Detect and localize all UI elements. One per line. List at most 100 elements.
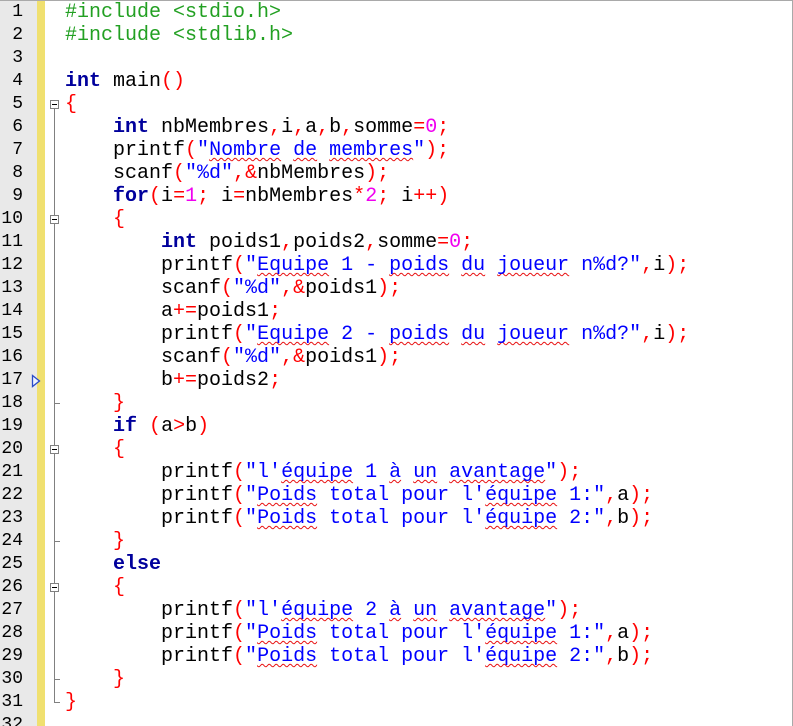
- code-line-text[interactable]: scanf("%d",&poids1);: [63, 277, 792, 300]
- line-number[interactable]: 28: [0, 622, 37, 645]
- code-line-text[interactable]: {: [63, 576, 792, 599]
- code-editor[interactable]: 1 #include <stdio.h> 2 #include <stdlib.h> 3…: [0, 0, 793, 726]
- operator: (: [221, 346, 234, 369]
- code-line-text[interactable]: int poids1,poids2,somme=0;: [63, 231, 792, 254]
- code-line-text[interactable]: #include <stdlib.h>: [63, 24, 792, 47]
- string-literal: total pour l': [317, 507, 486, 530]
- code-line-text[interactable]: [63, 714, 792, 726]
- line-number[interactable]: 19: [0, 415, 37, 438]
- operator: );: [557, 461, 582, 484]
- line-number[interactable]: 32: [0, 714, 37, 726]
- code-line-text[interactable]: scanf("%d",&poids1);: [63, 346, 792, 369]
- identifier: printf: [65, 645, 234, 668]
- code-line-text[interactable]: }: [63, 530, 792, 553]
- line-number[interactable]: 1: [0, 1, 37, 24]
- line-number[interactable]: 6: [0, 116, 37, 139]
- misspelled-word: de: [293, 139, 318, 162]
- code-line-text[interactable]: #include <stdio.h>: [63, 1, 792, 24]
- fold-collapse-icon[interactable]: [50, 215, 59, 224]
- code-line-text[interactable]: for(i=1; i=nbMembres*2; i++): [63, 185, 792, 208]
- identifier: printf: [65, 507, 234, 530]
- line-number[interactable]: 24: [0, 530, 37, 553]
- code-line-text[interactable]: printf("Equipe 1 - poids du joueur n%d?"…: [63, 254, 792, 277]
- code-line-text[interactable]: printf("Nombre de membres");: [63, 139, 792, 162]
- operator: ,: [293, 116, 306, 139]
- code-line-text[interactable]: }: [63, 691, 792, 714]
- identifier: [137, 415, 149, 438]
- code-line-text[interactable]: }: [63, 668, 792, 691]
- code-line-text[interactable]: printf("l'équipe 2 à un avantage");: [63, 599, 792, 622]
- code-line-text[interactable]: printf("Poids total pour l'équipe 2:",b)…: [63, 507, 792, 530]
- code-line-text[interactable]: printf("Poids total pour l'équipe 1:",a)…: [63, 622, 792, 645]
- code-line-text[interactable]: printf("Poids total pour l'équipe 2:",b)…: [63, 645, 792, 668]
- code-line-text[interactable]: else: [63, 553, 792, 576]
- code-line-text[interactable]: int nbMembres,i,a,b,somme=0;: [63, 116, 792, 139]
- line-number[interactable]: 14: [0, 300, 37, 323]
- line-number[interactable]: 31: [0, 691, 37, 714]
- fold-line: [54, 484, 55, 507]
- code-line-text[interactable]: if (a>b): [63, 415, 792, 438]
- misspelled-word: à: [389, 599, 402, 622]
- code-line-text[interactable]: int main(): [63, 70, 792, 93]
- operator: (): [161, 70, 186, 93]
- identifier: i: [653, 254, 666, 277]
- line-number[interactable]: 22: [0, 484, 37, 507]
- fold-line: [54, 162, 55, 185]
- code-line-text[interactable]: [63, 47, 792, 70]
- line-number[interactable]: 8: [0, 162, 37, 185]
- line-number[interactable]: 4: [0, 70, 37, 93]
- string-literal: [401, 461, 413, 484]
- line-number[interactable]: 11: [0, 231, 37, 254]
- line-number[interactable]: 23: [0, 507, 37, 530]
- identifier: b: [65, 369, 174, 392]
- line-number[interactable]: 27: [0, 599, 37, 622]
- line-number[interactable]: 16: [0, 346, 37, 369]
- operator: );: [377, 277, 402, 300]
- line-number[interactable]: 9: [0, 185, 37, 208]
- fold-margin-cell: [45, 668, 63, 691]
- change-bar: [37, 484, 45, 507]
- code-line-text[interactable]: a+=poids1;: [63, 300, 792, 323]
- string-literal: [485, 323, 497, 346]
- line-number[interactable]: 21: [0, 461, 37, 484]
- operator: ,: [605, 645, 618, 668]
- editor-row: 2 #include <stdlib.h>: [0, 24, 792, 47]
- line-number[interactable]: 30: [0, 668, 37, 691]
- code-line-text[interactable]: }: [63, 392, 792, 415]
- code-line-text[interactable]: printf("l'équipe 1 à un avantage");: [63, 461, 792, 484]
- string-literal: [437, 599, 449, 622]
- fold-collapse-icon[interactable]: [50, 100, 59, 109]
- code-line-text[interactable]: printf("Poids total pour l'équipe 1:",a)…: [63, 484, 792, 507]
- line-number[interactable]: 20: [0, 438, 37, 461]
- fold-collapse-icon[interactable]: [50, 583, 59, 592]
- line-number[interactable]: 26: [0, 576, 37, 599]
- line-number[interactable]: 25: [0, 553, 37, 576]
- code-line-text[interactable]: printf("Equipe 2 - poids du joueur n%d?"…: [63, 323, 792, 346]
- string-literal: [449, 323, 461, 346]
- line-number[interactable]: 13: [0, 277, 37, 300]
- change-bar: [37, 392, 45, 415]
- operator: +=: [173, 300, 198, 323]
- line-number[interactable]: 12: [0, 254, 37, 277]
- code-line-text[interactable]: b+=poids2;: [63, 369, 792, 392]
- line-number[interactable]: 29: [0, 645, 37, 668]
- change-bar: [37, 139, 45, 162]
- line-number[interactable]: 15: [0, 323, 37, 346]
- string-literal: ": [197, 139, 210, 162]
- line-number[interactable]: 3: [0, 47, 37, 70]
- line-number[interactable]: 5: [0, 93, 37, 116]
- line-number[interactable]: 7: [0, 139, 37, 162]
- code-line-text[interactable]: scanf("%d",&nbMembres);: [63, 162, 792, 185]
- operator: (: [233, 484, 246, 507]
- line-number[interactable]: 10: [0, 208, 37, 231]
- fold-margin-cell: [45, 553, 63, 576]
- fold-collapse-icon[interactable]: [50, 445, 59, 454]
- line-number[interactable]: 2: [0, 24, 37, 47]
- operator: ,: [605, 507, 618, 530]
- identifier: b: [617, 507, 630, 530]
- code-line-text[interactable]: {: [63, 438, 792, 461]
- code-line-text[interactable]: {: [63, 93, 792, 116]
- line-number[interactable]: 18: [0, 392, 37, 415]
- operator: ,: [341, 116, 354, 139]
- code-line-text[interactable]: {: [63, 208, 792, 231]
